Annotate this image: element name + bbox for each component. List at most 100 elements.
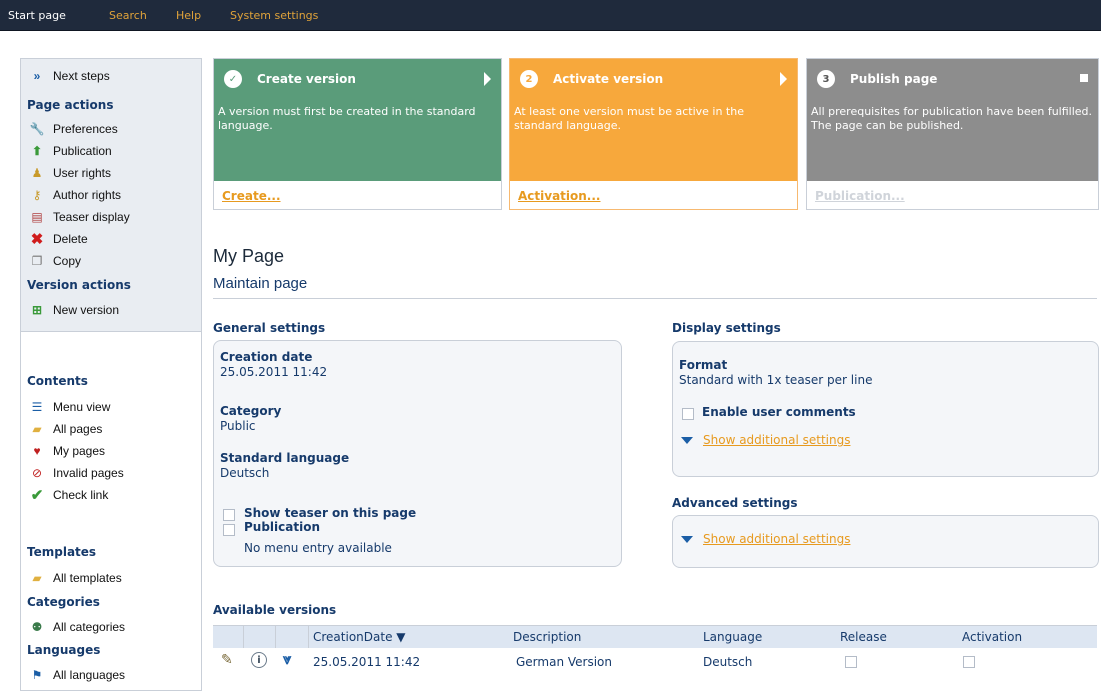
creation-date-value: 25.05.2011 11:42 (220, 365, 328, 379)
column-divider (275, 626, 276, 648)
page-title: My Page (213, 246, 285, 266)
sidebar-item-label: Check link (53, 488, 109, 502)
nav-start-page[interactable]: Start page (8, 9, 66, 22)
step-number-badge: 3 (817, 70, 835, 88)
publication-checkbox[interactable] (223, 524, 235, 536)
step-header: 3 Publish page (807, 59, 1098, 99)
show-teaser-label: Show teaser on this page (244, 506, 417, 520)
sidebar-item-check-link[interactable]: ✔ Check link (29, 486, 109, 504)
versions-table: CreationDate ▼ Description Language Rele… (213, 625, 1097, 674)
info-icon[interactable]: i (251, 652, 267, 668)
enable-user-comments-label: Enable user comments (702, 405, 856, 419)
sidebar-item-all-templates[interactable]: ▰ All templates (29, 569, 122, 587)
sidebar-item-new-version[interactable]: ⊞ New version (29, 301, 119, 319)
sidebar-item-menu-view[interactable]: ☰ Menu view (29, 398, 111, 416)
version-actions-heading: Version actions (27, 278, 131, 292)
next-steps-label: Next steps (53, 69, 110, 83)
step-number-badge: 2 (520, 70, 538, 88)
display-settings-panel: Format Standard with 1x teaser per line … (672, 341, 1099, 477)
categories-heading: Categories (27, 595, 100, 609)
step-title: Publish page (850, 72, 938, 86)
advanced-settings-panel: Show additional settings (672, 515, 1099, 568)
step-card-activate-version: 2 Activate version At least one version … (509, 58, 798, 210)
sidebar-item-invalid-pages[interactable]: ⊘ Invalid pages (29, 464, 124, 482)
check-circle-icon: ✓ (224, 70, 242, 88)
step-card-create-version: ✓ Create version A version must first be… (213, 58, 502, 210)
release-checkbox[interactable] (845, 656, 857, 668)
sidebar-item-user-rights[interactable]: ♟ User rights (29, 164, 111, 182)
sidebar-item-label: All templates (53, 571, 122, 585)
sidebar-item-label: All languages (53, 668, 126, 682)
sidebar: » Next steps Page actions 🔧 Preferences … (20, 58, 202, 691)
sidebar-item-delete[interactable]: ✖ Delete (29, 230, 88, 248)
step-description: At least one version must be active in t… (510, 99, 797, 181)
category-group-icon: ⚉ (31, 620, 43, 634)
category-label: Category (220, 404, 282, 418)
step-title: Create version (257, 72, 356, 86)
advanced-settings-heading: Advanced settings (672, 496, 798, 510)
folder-icon: ▰ (32, 571, 42, 585)
top-navigation-bar: Start page Search Help System settings (0, 0, 1101, 31)
publication-label: Publication (244, 520, 321, 534)
column-header-activation[interactable]: Activation (962, 630, 1022, 644)
version-description: German Version (516, 655, 612, 669)
menu-view-icon: ☰ (31, 400, 43, 414)
enable-user-comments-checkbox[interactable] (682, 408, 694, 420)
show-additional-settings-link[interactable]: Show additional settings (703, 433, 850, 447)
edit-page-icon[interactable]: ✎ (221, 652, 233, 668)
sidebar-item-copy[interactable]: ❐ Copy (29, 252, 81, 270)
category-value: Public (220, 419, 256, 433)
no-menu-entry-text: No menu entry available (244, 541, 392, 555)
activation-checkbox[interactable] (963, 656, 975, 668)
standard-language-value: Deutsch (220, 466, 270, 480)
show-teaser-checkbox[interactable] (223, 509, 235, 521)
languages-heading: Languages (27, 643, 101, 657)
sidebar-item-label: Menu view (53, 400, 111, 414)
author-key-icon: ⚷ (32, 188, 42, 202)
column-divider (243, 626, 244, 648)
sidebar-item-all-languages[interactable]: ⚑ All languages (29, 666, 125, 684)
step-header: ✓ Create version (214, 59, 501, 99)
sidebar-item-my-pages[interactable]: ♥ My pages (29, 442, 105, 460)
sidebar-item-label: Publication (53, 144, 112, 158)
nav-help[interactable]: Help (176, 9, 201, 22)
sidebar-item-label: Preferences (53, 122, 118, 136)
sidebar-item-preferences[interactable]: 🔧 Preferences (29, 120, 118, 138)
available-versions-heading: Available versions (213, 603, 337, 617)
activation-link[interactable]: Activation... (518, 189, 600, 203)
nav-search[interactable]: Search (109, 9, 147, 22)
expand-triangle-icon[interactable] (681, 536, 693, 543)
step-title: Activate version (553, 72, 664, 86)
sidebar-item-label: All pages (53, 422, 103, 436)
page-actions-heading: Page actions (27, 98, 114, 112)
contents-heading: Contents (27, 374, 88, 388)
column-header-release[interactable]: Release (840, 630, 887, 644)
expand-triangle-icon[interactable] (681, 437, 693, 444)
sidebar-item-all-categories[interactable]: ⚉ All categories (29, 618, 125, 636)
display-settings-heading: Display settings (672, 321, 781, 335)
nav-system-settings[interactable]: System settings (230, 9, 318, 22)
format-value: Standard with 1x teaser per line (679, 373, 873, 387)
column-divider (308, 626, 309, 648)
sidebar-item-label: Delete (53, 232, 88, 246)
step-card-publish-page: 3 Publish page All prerequisites for pub… (806, 58, 1099, 210)
heart-page-icon: ♥ (33, 444, 41, 458)
arrow-right-icon (484, 72, 491, 86)
publication-link: Publication... (815, 189, 905, 203)
double-chevron-down-icon[interactable]: ⩔ (283, 650, 291, 668)
column-header-description[interactable]: Description (513, 630, 581, 644)
sidebar-item-label: User rights (53, 166, 112, 180)
column-header-language[interactable]: Language (703, 630, 762, 644)
sidebar-next-steps[interactable]: » Next steps (29, 67, 110, 85)
delete-x-icon: ✖ (30, 231, 44, 248)
sidebar-item-author-rights[interactable]: ⚷ Author rights (29, 186, 121, 204)
sidebar-item-label: Author rights (53, 188, 122, 202)
create-link[interactable]: Create... (222, 189, 281, 203)
show-advanced-settings-link[interactable]: Show additional settings (703, 532, 850, 546)
sidebar-item-all-pages[interactable]: ▰ All pages (29, 420, 102, 438)
folder-icon: ▰ (32, 422, 42, 436)
sidebar-item-publication[interactable]: ⬆ Publication (29, 142, 112, 160)
column-header-creationdate[interactable]: CreationDate ▼ (313, 630, 406, 644)
sidebar-item-teaser-display[interactable]: ▤ Teaser display (29, 208, 129, 226)
step-description: All prerequisites for publication have b… (807, 99, 1098, 181)
